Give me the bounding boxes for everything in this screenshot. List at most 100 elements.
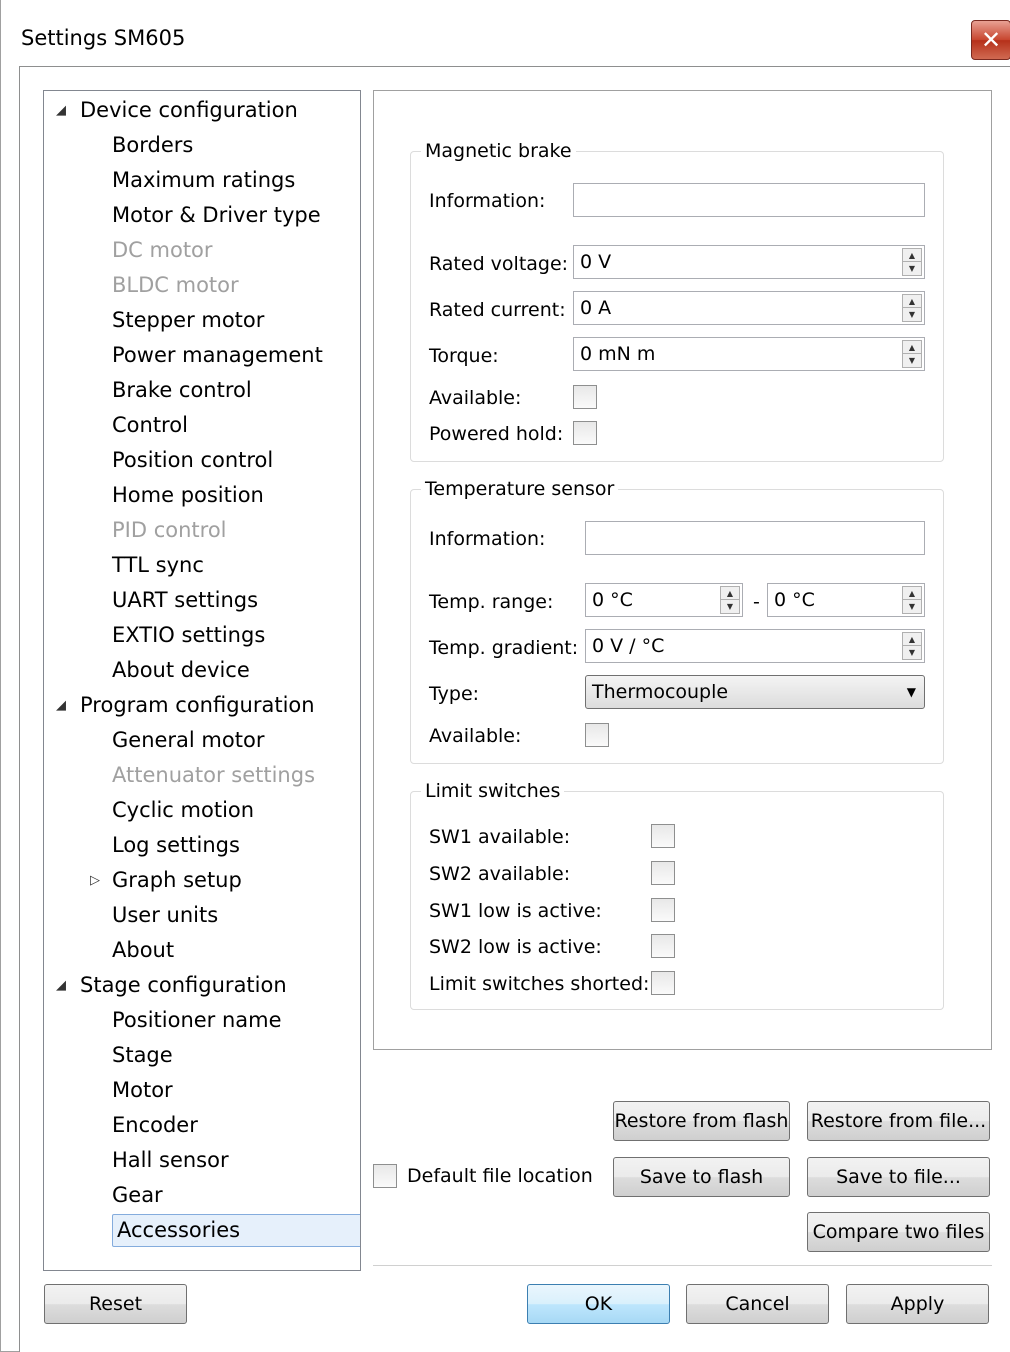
tree-item-label: Graph setup [112,868,242,892]
expanded-arrow-icon[interactable]: ◢ [56,93,66,128]
brake-information-field[interactable] [573,183,925,217]
settings-tree[interactable]: ◢ Device configuration Borders Maximum rati… [43,90,361,1271]
spin-up-icon[interactable]: ▲ [903,587,921,600]
chevron-down-icon: ▼ [906,685,916,699]
tree-item[interactable]: Accessories [112,1213,360,1248]
tree-item[interactable]: Attenuator settings [112,758,315,793]
spin-buttons[interactable]: ▲ ▼ [720,586,740,614]
tree-item[interactable]: Home position [112,478,264,513]
tree-item-label: General motor [112,728,265,752]
powered-hold-checkbox[interactable] [573,421,597,445]
brake-available-checkbox[interactable] [573,385,597,409]
sw1-low-active-checkbox[interactable] [651,898,675,922]
tree-item-label: Attenuator settings [112,763,316,787]
sensor-available-checkbox[interactable] [585,723,609,747]
tree-item-label: Motor [112,1078,173,1102]
tree-item[interactable]: Positioner name [112,1003,282,1038]
tree-item[interactable]: Maximum ratings [112,163,295,198]
tree-item[interactable]: Position control [112,443,273,478]
tree-item-label: Maximum ratings [112,168,296,192]
torque-spinbox[interactable]: 0 mN m ▲ ▼ [573,337,925,371]
close-button[interactable]: ✕ [971,20,1010,60]
spin-up-icon[interactable]: ▲ [903,341,921,354]
apply-button[interactable]: Apply [846,1284,989,1324]
tree-item[interactable]: Hall sensor [112,1143,229,1178]
temp-range-min-spinbox[interactable]: 0 °C ▲ ▼ [585,583,743,617]
spin-buttons[interactable]: ▲ ▼ [902,586,922,614]
spin-down-icon[interactable]: ▼ [903,354,921,367]
cancel-button[interactable]: Cancel [686,1284,829,1324]
tree-item[interactable]: Control [112,408,188,443]
spin-down-icon[interactable]: ▼ [903,308,921,321]
limit-switches-shorted-label: Limit switches shorted: [429,973,650,995]
compare-two-files-button[interactable]: Compare two files [807,1212,990,1252]
tree-item[interactable]: Stage [112,1038,173,1073]
save-to-file-button[interactable]: Save to file... [807,1157,990,1197]
spin-down-icon[interactable]: ▼ [903,646,921,659]
tree-item[interactable]: Gear [112,1178,163,1213]
spin-up-icon[interactable]: ▲ [903,249,921,262]
tree-item[interactable]: Power management [112,338,323,373]
tree-item[interactable]: ◢ Device configuration [56,93,298,128]
tree-item-label: Control [112,413,188,437]
limit-switches-group: Limit switches SW1 available: SW2 availa… [410,780,944,1010]
spin-buttons[interactable]: ▲ ▼ [902,632,922,660]
limit-switches-shorted-checkbox[interactable] [651,971,675,995]
tree-item[interactable]: DC motor [112,233,213,268]
spin-up-icon[interactable]: ▲ [903,633,921,646]
tree-item-label: Log settings [112,833,240,857]
tree-item[interactable]: Motor & Driver type [112,198,321,233]
tree-item[interactable]: TTL sync [112,548,204,583]
tree-item[interactable]: Log settings [112,828,240,863]
spin-down-icon[interactable]: ▼ [903,600,921,613]
sw2-low-active-checkbox[interactable] [651,934,675,958]
tree-item[interactable]: Motor [112,1073,173,1108]
tree-item[interactable]: EXTIO settings [112,618,265,653]
spin-down-icon[interactable]: ▼ [721,600,739,613]
tree-item[interactable]: User units [112,898,218,933]
tree-item-label: User units [112,903,219,927]
title-bar: Settings SM605 ✕ [1,0,1010,66]
expanded-arrow-icon[interactable]: ◢ [56,968,66,1003]
spin-buttons[interactable]: ▲ ▼ [902,248,922,276]
temp-range-max-spinbox[interactable]: 0 °C ▲ ▼ [767,583,925,617]
spin-up-icon[interactable]: ▲ [721,587,739,600]
tree-item[interactable]: ◢ Program configuration [56,688,315,723]
spin-down-icon[interactable]: ▼ [903,262,921,275]
temp-gradient-spinbox[interactable]: 0 V / °C ▲ ▼ [585,629,925,663]
save-to-flash-button[interactable]: Save to flash [613,1157,790,1197]
temperature-sensor-group: Temperature sensor Information: Temp. ra… [410,478,944,764]
tree-item[interactable]: ◢ Stage configuration [56,968,287,1003]
tree-item[interactable]: General motor [112,723,264,758]
rated-current-spinbox[interactable]: 0 A ▲ ▼ [573,291,925,325]
tree-item[interactable]: Stepper motor [112,303,264,338]
tree-item-label: EXTIO settings [112,623,266,647]
sensor-type-dropdown[interactable]: Thermocouple ▼ [585,675,925,709]
reset-button[interactable]: Reset [44,1284,187,1324]
spin-up-icon[interactable]: ▲ [903,295,921,308]
sw2-available-checkbox[interactable] [651,861,675,885]
tree-item[interactable]: PID control [112,513,227,548]
ok-button[interactable]: OK [527,1284,670,1324]
spin-buttons[interactable]: ▲ ▼ [902,294,922,322]
tree-item-label: PID control [112,518,227,542]
collapsed-arrow-icon[interactable]: ▷ [90,863,100,898]
tree-item[interactable]: Encoder [112,1108,198,1143]
default-file-location-checkbox[interactable] [373,1164,397,1188]
tree-item[interactable]: About device [112,653,250,688]
rated-voltage-spinbox[interactable]: 0 V ▲ ▼ [573,245,925,279]
tree-item-label: DC motor [112,238,213,262]
tree-item[interactable]: BLDC motor [112,268,239,303]
tree-item[interactable]: Borders [112,128,193,163]
tree-item[interactable]: Brake control [112,373,252,408]
tree-item[interactable]: UART settings [112,583,258,618]
tree-item[interactable]: ▷ Graph setup [90,863,242,898]
sensor-information-field[interactable] [585,521,925,555]
tree-item[interactable]: Cyclic motion [112,793,254,828]
tree-item[interactable]: About [112,933,174,968]
sw1-available-checkbox[interactable] [651,824,675,848]
restore-from-flash-button[interactable]: Restore from flash [613,1101,790,1141]
restore-from-file-button[interactable]: Restore from file... [807,1101,990,1141]
spin-buttons[interactable]: ▲ ▼ [902,340,922,368]
expanded-arrow-icon[interactable]: ◢ [56,688,66,723]
